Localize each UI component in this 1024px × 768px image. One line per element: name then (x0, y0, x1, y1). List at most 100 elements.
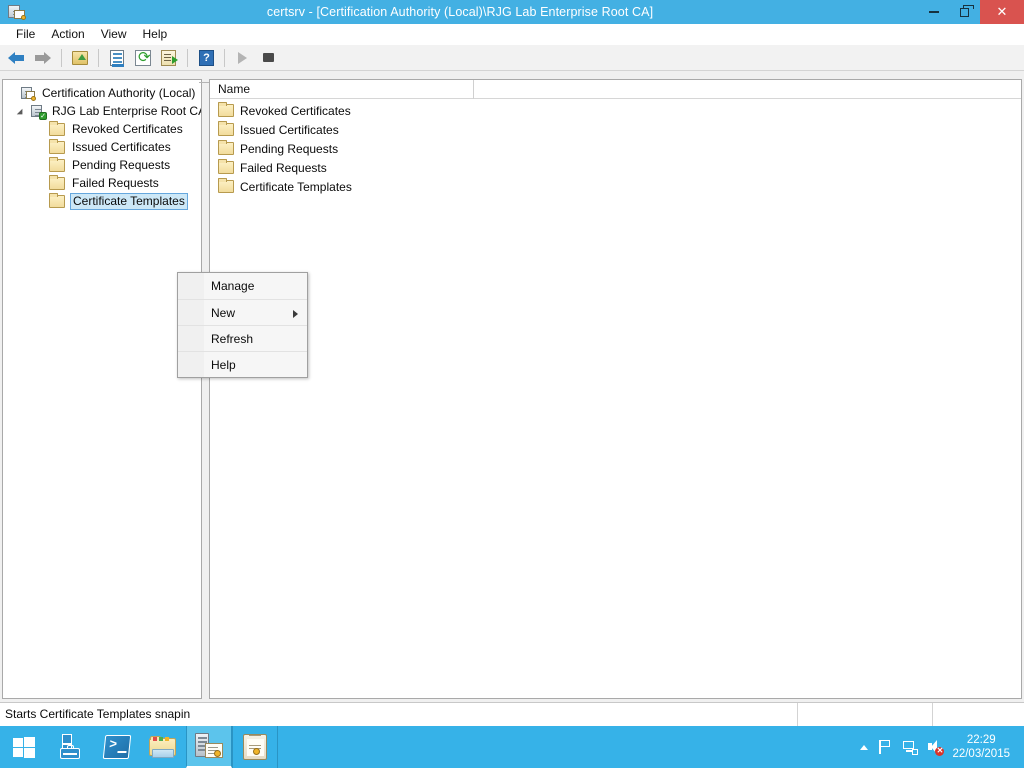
folder-icon (218, 121, 234, 136)
clock-time: 22:29 (966, 734, 996, 746)
clock[interactable]: 22:29 22/03/2015 (952, 733, 1016, 761)
context-menu-item-help[interactable]: Help (178, 351, 307, 377)
certsrv-icon (195, 733, 223, 759)
list-item[interactable]: Issued Certificates (210, 120, 1021, 139)
tree-item-pending-requests[interactable]: Pending Requests (3, 156, 201, 174)
close-button[interactable]: ✕ (980, 0, 1024, 24)
list-item[interactable]: Revoked Certificates (210, 101, 1021, 120)
taskbar: ✕ 22:29 22/03/2015 (0, 726, 1024, 768)
windows-logo-icon (13, 736, 35, 758)
clock-date: 22/03/2015 (952, 748, 1010, 760)
folder-icon (49, 138, 65, 154)
tree-item-rjg-lab-enterprise-root-ca[interactable]: ✓ RJG Lab Enterprise Root CA (3, 102, 201, 120)
context-menu-item-refresh[interactable]: Refresh (178, 325, 307, 351)
menu-view[interactable]: View (93, 25, 135, 43)
folder-icon (49, 120, 65, 136)
toolbar-separator (187, 48, 188, 67)
folder-icon (218, 178, 234, 193)
tree-item-label: Revoked Certificates (72, 121, 183, 136)
tree-item-label: Pending Requests (72, 157, 171, 172)
folder-icon (218, 140, 234, 155)
menu-help[interactable]: Help (135, 25, 176, 43)
certsrv-window: certsrv - [Certification Authority (Loca… (0, 0, 1024, 768)
action-center-flag-icon[interactable] (877, 739, 893, 755)
help-icon[interactable]: ? (194, 47, 218, 69)
up-one-level-icon[interactable] (68, 47, 92, 69)
folder-icon (49, 156, 65, 172)
toolbar-separator (224, 48, 225, 67)
context-menu-item-label: New (211, 305, 236, 320)
refresh-icon[interactable] (131, 47, 155, 69)
tree-item-label: Certificate Templates (70, 192, 188, 210)
list-item[interactable]: Failed Requests (210, 158, 1021, 177)
submenu-arrow-icon (293, 310, 298, 318)
server-manager-icon (58, 734, 84, 760)
taskbar-item-powershell[interactable] (94, 726, 140, 768)
system-tray: ✕ 22:29 22/03/2015 (860, 733, 1024, 761)
context-menu-item-new[interactable]: New (178, 299, 307, 325)
folder-icon (49, 174, 65, 190)
menu-bar: File Action View Help (0, 24, 1024, 45)
taskbar-item-certificate-templates-console[interactable] (232, 726, 278, 768)
volume-muted-icon[interactable]: ✕ (927, 739, 945, 756)
list-item-label: Certificate Templates (240, 179, 352, 194)
menu-action[interactable]: Action (43, 25, 92, 43)
context-menu-item-label: Refresh (211, 331, 254, 346)
tree-item-certificate-templates[interactable]: Certificate Templates (3, 192, 201, 210)
network-icon[interactable] (902, 739, 919, 755)
context-menu-item-manage[interactable]: Manage (178, 273, 307, 299)
list-item[interactable]: Pending Requests (210, 139, 1021, 158)
tree-item-certification-authority-local[interactable]: Certification Authority (Local) (3, 84, 201, 102)
tree-item-label: RJG Lab Enterprise Root CA (52, 103, 202, 118)
folder-icon (49, 192, 65, 208)
taskbar-item-file-explorer[interactable] (140, 726, 186, 768)
file-explorer-icon (149, 736, 177, 758)
context-menu: Manage New Refresh Help (177, 272, 308, 378)
title-bar: certsrv - [Certification Authority (Loca… (0, 0, 1024, 24)
list-column-header: Name (210, 80, 1021, 99)
folder-icon (218, 159, 234, 174)
certsrv-icon (6, 2, 28, 22)
toolbar-separator (61, 48, 62, 67)
context-menu-item-label: Help (211, 357, 236, 372)
list-item-label: Issued Certificates (240, 122, 339, 137)
toolbar: ? (0, 45, 1024, 71)
result-list-rows: Revoked Certificates Issued Certificates… (210, 99, 1021, 196)
status-segment-2 (798, 703, 933, 726)
chevron-expanded-icon[interactable] (17, 105, 29, 117)
stop-service-icon[interactable] (257, 47, 281, 69)
list-item-label: Revoked Certificates (240, 103, 351, 118)
console-tree: Certification Authority (Local) ✓ RJG La… (3, 80, 201, 210)
list-item[interactable]: Certificate Templates (210, 177, 1021, 196)
ca-running-icon: ✓ (30, 104, 47, 120)
menu-file[interactable]: File (8, 25, 43, 43)
start-service-icon[interactable] (231, 47, 255, 69)
list-item-label: Pending Requests (240, 141, 339, 156)
tree-item-revoked-certificates[interactable]: Revoked Certificates (3, 120, 201, 138)
status-bar: Starts Certificate Templates snapin (0, 702, 1024, 726)
status-segment-3 (933, 703, 1024, 726)
powershell-icon (102, 735, 132, 759)
properties-icon[interactable] (105, 47, 129, 69)
maximize-restore-button[interactable] (949, 0, 980, 24)
list-item-label: Failed Requests (240, 160, 327, 175)
folder-icon (218, 102, 234, 117)
export-list-icon[interactable] (157, 47, 181, 69)
tree-item-label: Failed Requests (72, 175, 159, 190)
column-header-empty (474, 80, 1021, 99)
start-button[interactable] (0, 726, 48, 768)
console-content: Certification Authority (Local) ✓ RJG La… (0, 71, 1024, 702)
minimize-button[interactable] (918, 0, 949, 24)
column-header-name[interactable]: Name (210, 80, 474, 99)
taskbar-item-server-manager[interactable] (48, 726, 94, 768)
certificate-templates-console-icon (243, 734, 267, 760)
show-hidden-icons-icon[interactable] (860, 744, 869, 750)
status-message: Starts Certificate Templates snapin (0, 703, 798, 726)
toolbar-separator (98, 48, 99, 67)
tree-item-issued-certificates[interactable]: Issued Certificates (3, 138, 201, 156)
taskbar-item-certsrv[interactable] (186, 726, 232, 768)
tree-item-failed-requests[interactable]: Failed Requests (3, 174, 201, 192)
forward-icon[interactable] (31, 47, 55, 69)
window-controls: ✕ (918, 0, 1024, 24)
back-icon[interactable] (5, 47, 29, 69)
